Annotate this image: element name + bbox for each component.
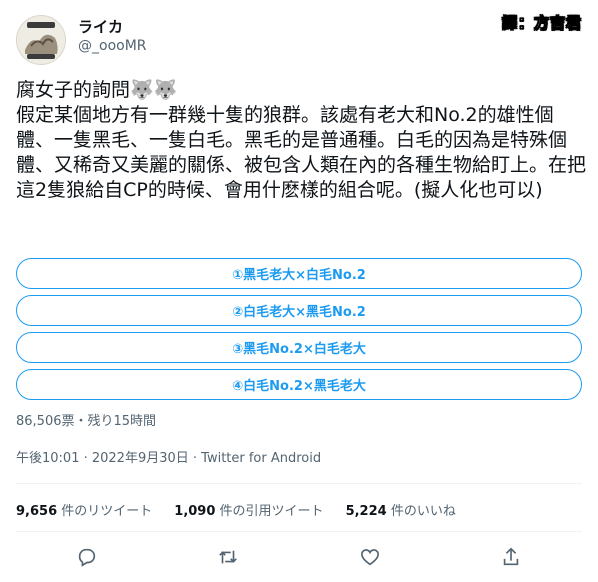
reply-icon	[78, 548, 95, 567]
retweet-icon	[219, 550, 238, 564]
retweets-stat[interactable]: 9,656 件のリツイート	[16, 500, 152, 519]
likes-stat[interactable]: 5,224 件のいいね	[346, 500, 456, 519]
likes-label: 件のいいね	[390, 504, 456, 519]
retweets-label: 件のリツイート	[61, 504, 153, 519]
poll-option-2[interactable]: ②白毛老大×黑毛No.2	[16, 295, 582, 326]
poll-summary: 86,506票・残り15時間	[16, 414, 157, 429]
like-button[interactable]	[356, 543, 384, 571]
action-bar	[16, 543, 582, 571]
divider	[16, 483, 582, 484]
poll: ①黑毛老大×白毛No.2 ②白毛老大×黑毛No.2 ③黑毛No.2×白毛老大 ④…	[16, 258, 582, 406]
display-name[interactable]: ライカ	[78, 16, 123, 37]
poll-option-1[interactable]: ①黑毛老大×白毛No.2	[16, 258, 582, 289]
heart-icon	[360, 549, 379, 566]
tweet-text: 腐女子的詢問🐺🐺 假定某個地方有一群幾十隻的狼群。該處有老大和No.2的雄性個體…	[16, 79, 587, 201]
quotes-label: 件の引用ツイート	[219, 504, 324, 519]
share-button[interactable]	[497, 543, 525, 571]
retweets-count: 9,656	[16, 504, 58, 519]
avatar[interactable]	[16, 15, 66, 65]
retweet-button[interactable]	[214, 543, 242, 571]
user-handle[interactable]: @_oooMR	[78, 38, 147, 54]
poll-option-4[interactable]: ④白毛No.2×黑毛老大	[16, 369, 582, 400]
translator-credit: 譯：方吉君	[501, 14, 582, 33]
tweet-timestamp[interactable]: 午後10:01 · 2022年9月30日 · Twitter for Andro…	[16, 447, 321, 466]
share-icon	[504, 547, 519, 566]
likes-count: 5,224	[345, 504, 387, 519]
reply-button[interactable]	[73, 543, 101, 571]
tweet-header: ライカ @_oooMR 譯：方吉君	[16, 12, 582, 65]
poll-option-3[interactable]: ③黑毛No.2×白毛老大	[16, 332, 582, 363]
quotes-stat[interactable]: 1,090 件の引用ツイート	[174, 500, 323, 519]
quotes-count: 1,090	[174, 504, 216, 519]
engagement-stats: 9,656 件のリツイート 1,090 件の引用ツイート 5,224 件のいいね	[16, 500, 582, 519]
divider	[16, 531, 582, 532]
